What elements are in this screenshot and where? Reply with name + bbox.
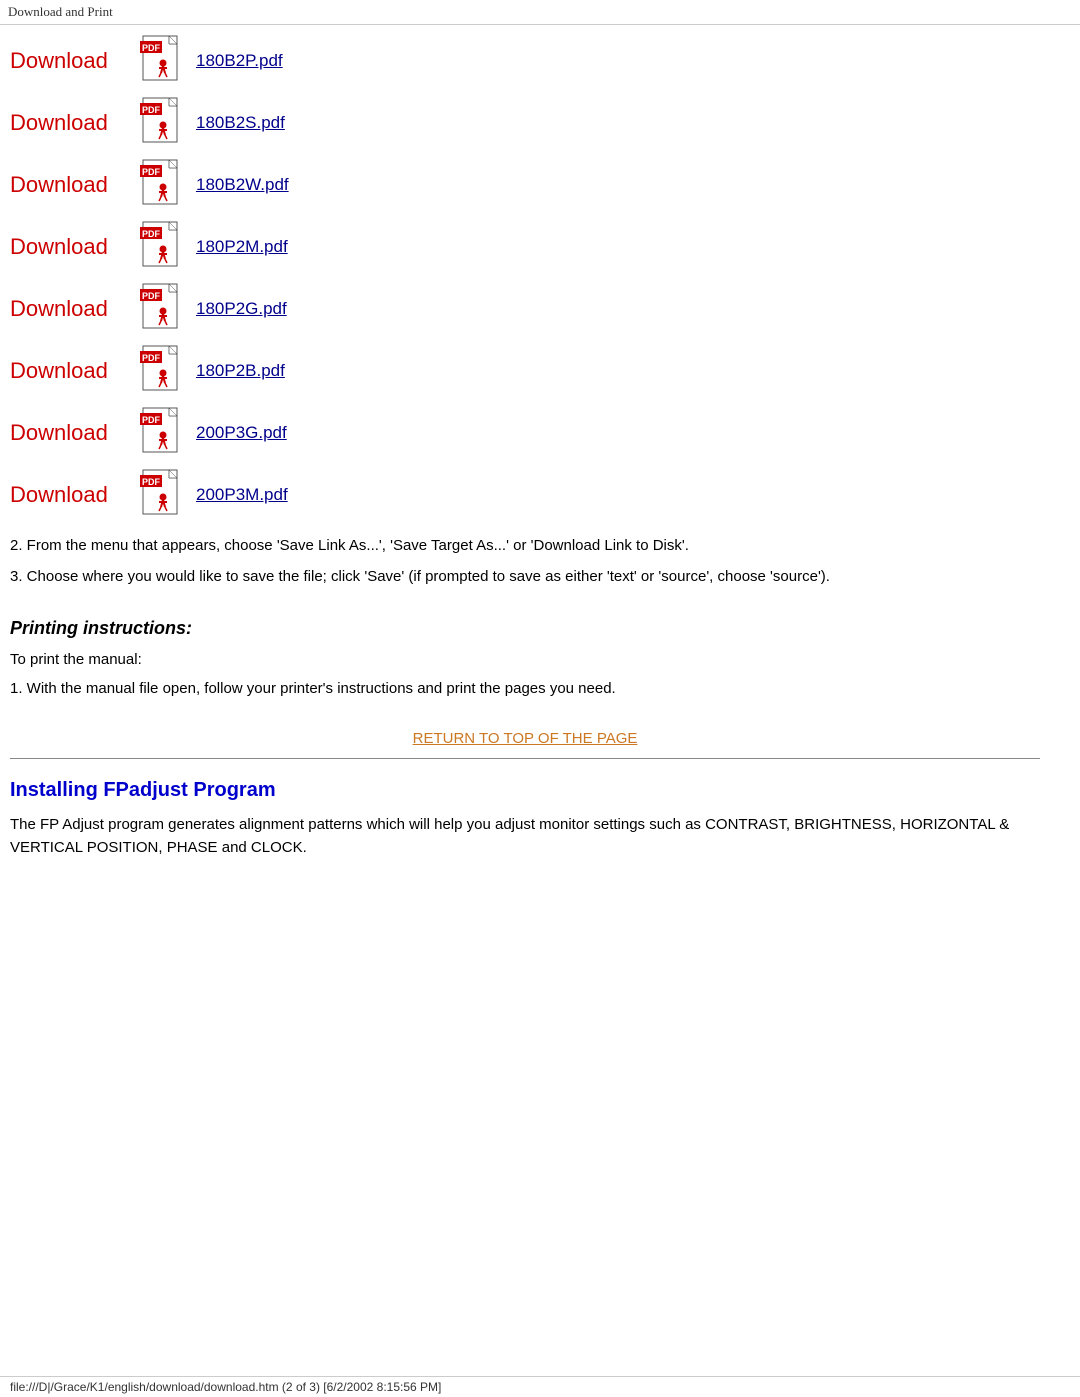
- pdf-file-link[interactable]: 180P2G.pdf: [196, 299, 287, 319]
- svg-text:PDF: PDF: [142, 43, 161, 53]
- svg-text:PDF: PDF: [142, 229, 161, 239]
- svg-text:PDF: PDF: [142, 477, 161, 487]
- pdf-file-link[interactable]: 180B2W.pdf: [196, 175, 289, 195]
- pdf-file-link[interactable]: 180P2M.pdf: [196, 237, 288, 257]
- printing-section: Printing instructions: To print the manu…: [10, 618, 1040, 700]
- download-row: Download PDF 200P3G.pdf: [10, 407, 1040, 459]
- step2-text: 2. From the menu that appears, choose 'S…: [10, 535, 1040, 558]
- top-bar: Download and Print: [0, 0, 1080, 25]
- section-divider: [10, 758, 1040, 759]
- pdf-icon: PDF: [140, 345, 186, 397]
- printing-title: Printing instructions:: [10, 618, 1040, 639]
- pdf-file-link[interactable]: 180B2P.pdf: [196, 51, 283, 71]
- pdf-file-link[interactable]: 180P2B.pdf: [196, 361, 285, 381]
- installing-section: Installing FPadjust Program The FP Adjus…: [10, 779, 1040, 859]
- svg-text:PDF: PDF: [142, 105, 161, 115]
- footer-text: file:///D|/Grace/K1/english/download/dow…: [10, 1380, 441, 1394]
- download-label: Download: [10, 420, 130, 446]
- step3-text: 3. Choose where you would like to save t…: [10, 566, 1040, 589]
- pdf-icon: PDF: [140, 469, 186, 521]
- svg-text:PDF: PDF: [142, 415, 161, 425]
- pdf-icon: PDF: [140, 97, 186, 149]
- download-label: Download: [10, 358, 130, 384]
- top-bar-label: Download and Print: [8, 4, 113, 19]
- download-row: Download PDF 180B2P.pdf: [10, 35, 1040, 87]
- return-link-container: RETURN TO TOP OF THE PAGE: [10, 730, 1040, 748]
- return-to-top-link[interactable]: RETURN TO TOP OF THE PAGE: [413, 730, 638, 747]
- pdf-icon: PDF: [140, 159, 186, 211]
- pdf-icon: PDF: [140, 35, 186, 87]
- svg-text:PDF: PDF: [142, 167, 161, 177]
- footer-bar: file:///D|/Grace/K1/english/download/dow…: [0, 1376, 1080, 1397]
- installing-title: Installing FPadjust Program: [10, 779, 1040, 802]
- download-label: Download: [10, 296, 130, 322]
- download-label: Download: [10, 110, 130, 136]
- download-label: Download: [10, 234, 130, 260]
- pdf-file-link[interactable]: 200P3M.pdf: [196, 485, 288, 505]
- pdf-file-link[interactable]: 180B2S.pdf: [196, 113, 285, 133]
- download-label: Download: [10, 482, 130, 508]
- fp-description: The FP Adjust program generates alignmen…: [10, 814, 1040, 859]
- printing-intro: To print the manual:: [10, 649, 1040, 672]
- download-list: Download PDF 180B2P.pdfDownload: [10, 35, 1040, 521]
- pdf-icon: PDF: [140, 407, 186, 459]
- pdf-file-link[interactable]: 200P3G.pdf: [196, 423, 287, 443]
- printing-step1: 1. With the manual file open, follow you…: [10, 678, 1040, 701]
- download-row: Download PDF 180P2B.pdf: [10, 345, 1040, 397]
- download-label: Download: [10, 172, 130, 198]
- download-row: Download PDF 180B2W.pdf: [10, 159, 1040, 211]
- download-row: Download PDF 180P2G.pdf: [10, 283, 1040, 335]
- download-label: Download: [10, 48, 130, 74]
- download-row: Download PDF 180P2M.pdf: [10, 221, 1040, 273]
- svg-text:PDF: PDF: [142, 291, 161, 301]
- main-content: Download PDF 180B2P.pdfDownload: [0, 25, 1060, 879]
- svg-text:PDF: PDF: [142, 353, 161, 363]
- download-row: Download PDF 180B2S.pdf: [10, 97, 1040, 149]
- download-row: Download PDF 200P3M.pdf: [10, 469, 1040, 521]
- pdf-icon: PDF: [140, 283, 186, 335]
- pdf-icon: PDF: [140, 221, 186, 273]
